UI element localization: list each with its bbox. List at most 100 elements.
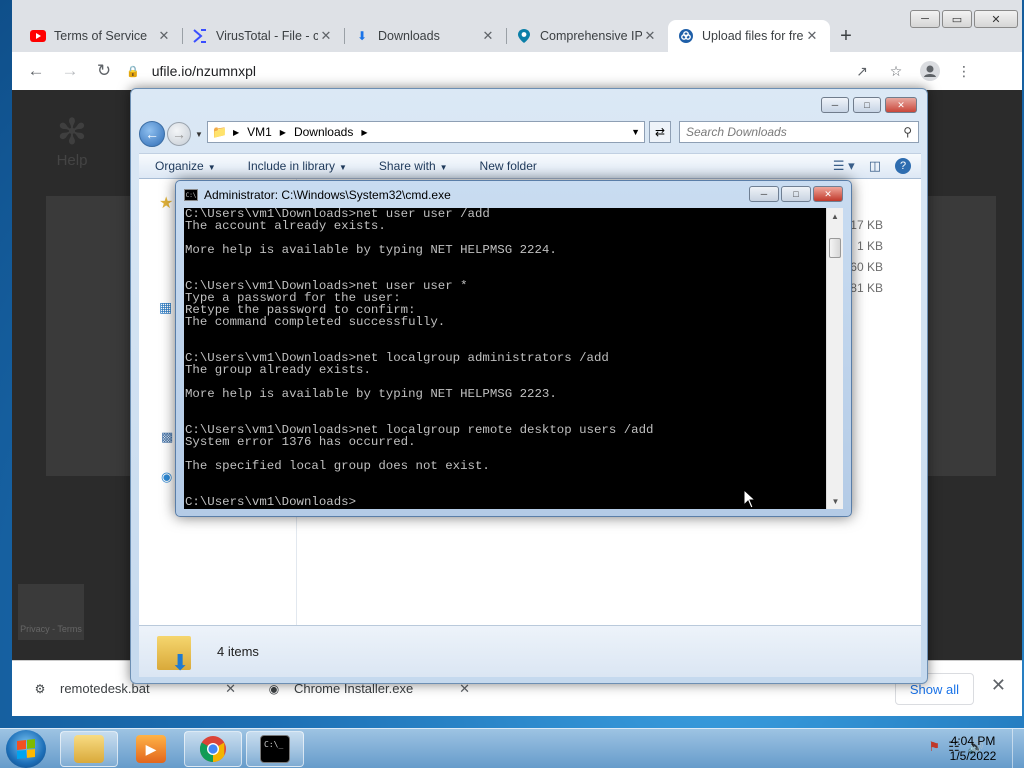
chevron-down-icon: ▼ — [439, 163, 448, 172]
share-with-label: Share with — [378, 159, 436, 173]
tab-close-icon[interactable]: ✕ — [156, 28, 172, 44]
tab-comprehensive-ip[interactable]: Comprehensive IP ✕ — [506, 20, 668, 52]
show-desktop-button[interactable] — [1012, 729, 1024, 768]
close-button[interactable]: ✕ — [885, 97, 917, 113]
folder-icon: 📁 — [212, 125, 227, 139]
minimize-button[interactable]: ─ — [821, 97, 849, 113]
search-placeholder: Search Downloads — [686, 125, 787, 139]
windows-logo-icon — [17, 739, 35, 759]
share-icon[interactable]: ↗ — [850, 59, 874, 83]
recaptcha-badge[interactable]: Privacy - Terms — [18, 584, 84, 640]
tab-close-icon[interactable]: ✕ — [480, 28, 496, 44]
maximize-button[interactable]: □ — [853, 97, 881, 113]
tab-title: VirusTotal - File - c — [216, 29, 318, 43]
lock-icon: 🔒 — [126, 65, 140, 78]
tab-upload-files[interactable]: Upload files for fre ✕ — [668, 20, 830, 52]
address-bar[interactable]: 🔒 ufile.io/nzumnxpl ↗ ☆ ⋮ — [126, 57, 986, 85]
forward-arrow-icon[interactable]: → — [167, 122, 191, 146]
profile-avatar-icon[interactable] — [918, 59, 942, 83]
console-output[interactable]: C:\Users\vm1\Downloads>net user user /ad… — [184, 208, 826, 509]
preview-pane-icon[interactable]: ◫ — [869, 158, 881, 174]
cmd-window-controls: ─ □ ✕ — [749, 186, 843, 202]
libraries-icon[interactable]: ▦ — [159, 299, 172, 316]
explorer-command-bar: Organize ▼ Include in library ▼ Share with… — [139, 153, 921, 179]
cmd-window-title: Administrator: C:\Windows\System32\cmd.e… — [204, 188, 451, 202]
bookmark-star-icon[interactable]: ☆ — [884, 59, 908, 83]
help-link[interactable]: Help — [48, 152, 96, 169]
console-line: C:\Users\vm1\Downloads> — [185, 495, 357, 509]
view-options-icon[interactable]: ☰ ▾ — [833, 158, 855, 174]
breadcrumb-separator-icon[interactable]: ▶ — [361, 128, 367, 137]
explorer-address-bar[interactable]: 📁 ▶ VM1 ▶ Downloads ▶ ▼ — [207, 121, 645, 143]
breadcrumb-separator-icon[interactable]: ▶ — [280, 128, 286, 137]
include-in-library-menu[interactable]: Include in library ▼ — [232, 159, 363, 173]
location-pin-icon — [516, 28, 532, 44]
search-icon: ⚲ — [903, 125, 912, 139]
organize-menu[interactable]: Organize ▼ — [139, 159, 232, 173]
breadcrumb-downloads[interactable]: Downloads — [294, 125, 353, 139]
site-logo[interactable]: ✻ Help — [48, 112, 96, 174]
favorites-star-icon[interactable]: ★ — [159, 193, 173, 213]
reload-button[interactable]: ↻ — [88, 55, 120, 87]
close-downloads-bar-icon[interactable]: ✕ — [991, 675, 1006, 696]
back-button[interactable]: ← — [20, 55, 52, 87]
tab-terms-of-service[interactable]: Terms of Service ✕ — [20, 20, 182, 52]
breadcrumb-separator-icon[interactable]: ▶ — [233, 128, 239, 137]
new-tab-button[interactable]: + — [830, 20, 862, 52]
tab-close-icon[interactable]: ✕ — [642, 28, 658, 44]
refresh-icon[interactable]: ⇄ — [649, 121, 671, 143]
taskbar-cmd-button[interactable]: C:\_ — [246, 731, 304, 767]
forward-button[interactable]: → — [54, 55, 86, 87]
start-button[interactable] — [6, 730, 46, 768]
new-folder-button[interactable]: New folder — [464, 159, 553, 173]
cmd-icon: C:\ — [184, 189, 198, 201]
scroll-up-arrow-icon[interactable]: ▲ — [827, 208, 843, 224]
clock-time: 4:04 PM — [950, 734, 996, 748]
close-button[interactable]: ✕ — [813, 186, 843, 202]
scroll-down-arrow-icon[interactable]: ▼ — [827, 493, 844, 509]
ufile-logo-icon: ✻ — [56, 111, 88, 152]
explorer-icon — [74, 735, 104, 763]
address-dropdown-icon[interactable]: ▼ — [631, 127, 640, 137]
chevron-down-icon: ▼ — [207, 163, 216, 172]
tab-close-icon[interactable]: ✕ — [804, 28, 820, 44]
help-icon[interactable]: ? — [895, 158, 911, 174]
recent-pages-dropdown-icon[interactable]: ▼ — [195, 130, 203, 139]
explorer-nav-buttons: ← → ▼ — [139, 121, 203, 147]
organize-label: Organize — [155, 159, 204, 173]
taskbar: ▶ C:\_ ⚑ ☷ 🔊 4:04 PM 1/5/2022 — [0, 728, 1024, 768]
clock-date: 1/5/2022 — [949, 749, 997, 763]
taskbar-chrome-button[interactable] — [184, 731, 242, 767]
tab-virustotal[interactable]: VirusTotal - File - c ✕ — [182, 20, 344, 52]
taskbar-media-player-button[interactable]: ▶ — [122, 731, 180, 767]
scroll-thumb[interactable] — [829, 238, 841, 258]
close-button[interactable]: ✕ — [974, 10, 1018, 28]
console-scrollbar[interactable]: ▲ ▼ — [826, 208, 843, 509]
browser-toolbar: ← → ↻ 🔒 ufile.io/nzumnxpl ↗ ☆ ⋮ — [12, 52, 1022, 90]
console-line: More help is available by typing NET HEL… — [185, 243, 557, 257]
minimize-button[interactable]: ─ — [910, 10, 940, 28]
computer-icon[interactable]: ▩ — [161, 429, 173, 445]
tab-downloads[interactable]: ⬇ Downloads ✕ — [344, 20, 506, 52]
share-with-menu[interactable]: Share with ▼ — [363, 159, 464, 173]
menu-kebab-icon[interactable]: ⋮ — [952, 59, 976, 83]
tab-close-icon[interactable]: ✕ — [318, 28, 334, 44]
taskbar-explorer-button[interactable] — [60, 731, 118, 767]
console-line: More help is available by typing NET HEL… — [185, 387, 557, 401]
batch-file-icon: ⚙ — [34, 681, 46, 696]
clock[interactable]: 4:04 PM 1/5/2022 — [938, 734, 1008, 764]
maximize-button[interactable]: □ — [781, 186, 811, 202]
network-icon[interactable]: ◉ — [161, 469, 172, 485]
breadcrumb-vm1[interactable]: VM1 — [247, 125, 272, 139]
minimize-button[interactable]: ─ — [749, 186, 779, 202]
back-arrow-icon[interactable]: ← — [139, 121, 165, 147]
explorer-search-input[interactable]: Search Downloads ⚲ — [679, 121, 919, 143]
cmd-title-bar[interactable]: C:\ Administrator: C:\Windows\System32\c… — [184, 186, 451, 204]
youtube-icon — [30, 28, 46, 44]
media-player-icon: ▶ — [136, 735, 166, 763]
maximize-button[interactable]: ▭ — [942, 10, 972, 28]
console-line: The specified local group does not exist… — [185, 459, 490, 473]
